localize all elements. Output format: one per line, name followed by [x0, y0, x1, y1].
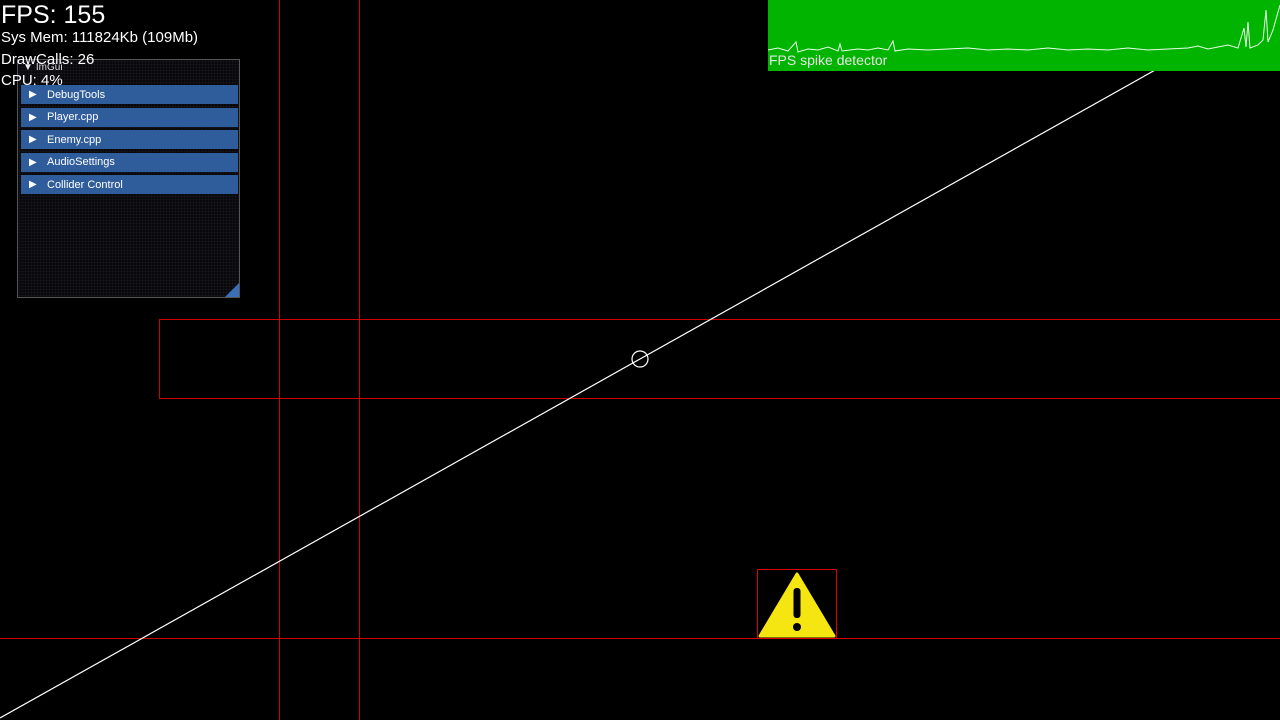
tree-node-player[interactable]: ▶ Player.cpp	[21, 107, 238, 127]
imgui-window[interactable]: ▼ ImGui ▶ DebugTools ▶ Player.cpp ▶ Enem…	[17, 59, 240, 298]
cpu-readout: CPU: 4%	[1, 72, 63, 89]
tree-node-enemy[interactable]: ▶ Enemy.cpp	[21, 130, 238, 149]
tree-node-collider-control[interactable]: ▶ Collider Control	[21, 175, 238, 194]
tree-node-audiosettings[interactable]: ▶ AudioSettings	[21, 152, 238, 172]
tree-node-label: Player.cpp	[47, 111, 99, 123]
fps-graph-label: FPS spike detector	[769, 52, 888, 68]
tree-node-label: AudioSettings	[47, 156, 115, 168]
expand-arrow-icon: ▶	[29, 89, 37, 100]
resize-grip-icon[interactable]	[225, 283, 239, 297]
tree-node-label: DebugTools	[47, 88, 106, 101]
sys-mem-readout: Sys Mem: 111824Kb (109Mb)	[1, 29, 199, 46]
tree-node-label: Collider Control	[47, 178, 123, 191]
fps-spike-graph: FPS spike detector	[768, 0, 1280, 71]
draw-calls-readout: DrawCalls: 26	[1, 51, 95, 68]
fps-counter: FPS: 155	[1, 1, 106, 29]
warning-triangle-icon	[758, 572, 836, 638]
expand-arrow-icon: ▶	[29, 134, 37, 145]
collider-box-horizontal	[159, 319, 1280, 399]
tree-node-label: Enemy.cpp	[47, 133, 102, 146]
expand-arrow-icon: ▶	[29, 179, 37, 190]
imgui-tree-list: ▶ DebugTools ▶ Player.cpp ▶ Enemy.cpp ▶ …	[21, 85, 238, 198]
fps-graph-line	[768, 4, 1280, 53]
warning-collider-box	[757, 569, 837, 639]
expand-arrow-icon: ▶	[29, 156, 37, 168]
expand-arrow-icon: ▶	[29, 111, 37, 123]
